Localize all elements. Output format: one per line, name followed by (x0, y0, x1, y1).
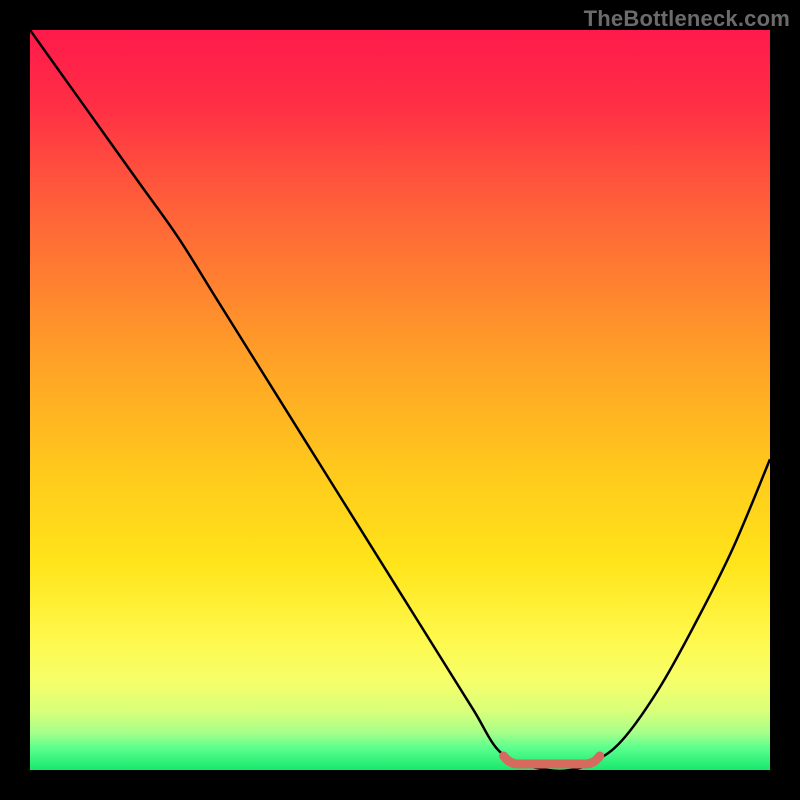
bottleneck-curve (30, 30, 770, 770)
curve-layer (30, 30, 770, 770)
optimal-range-marker (504, 756, 600, 764)
watermark-label: TheBottleneck.com (584, 6, 790, 32)
plot-area (30, 30, 770, 770)
line-chart-svg (30, 30, 770, 770)
chart-frame: TheBottleneck.com (0, 0, 800, 800)
